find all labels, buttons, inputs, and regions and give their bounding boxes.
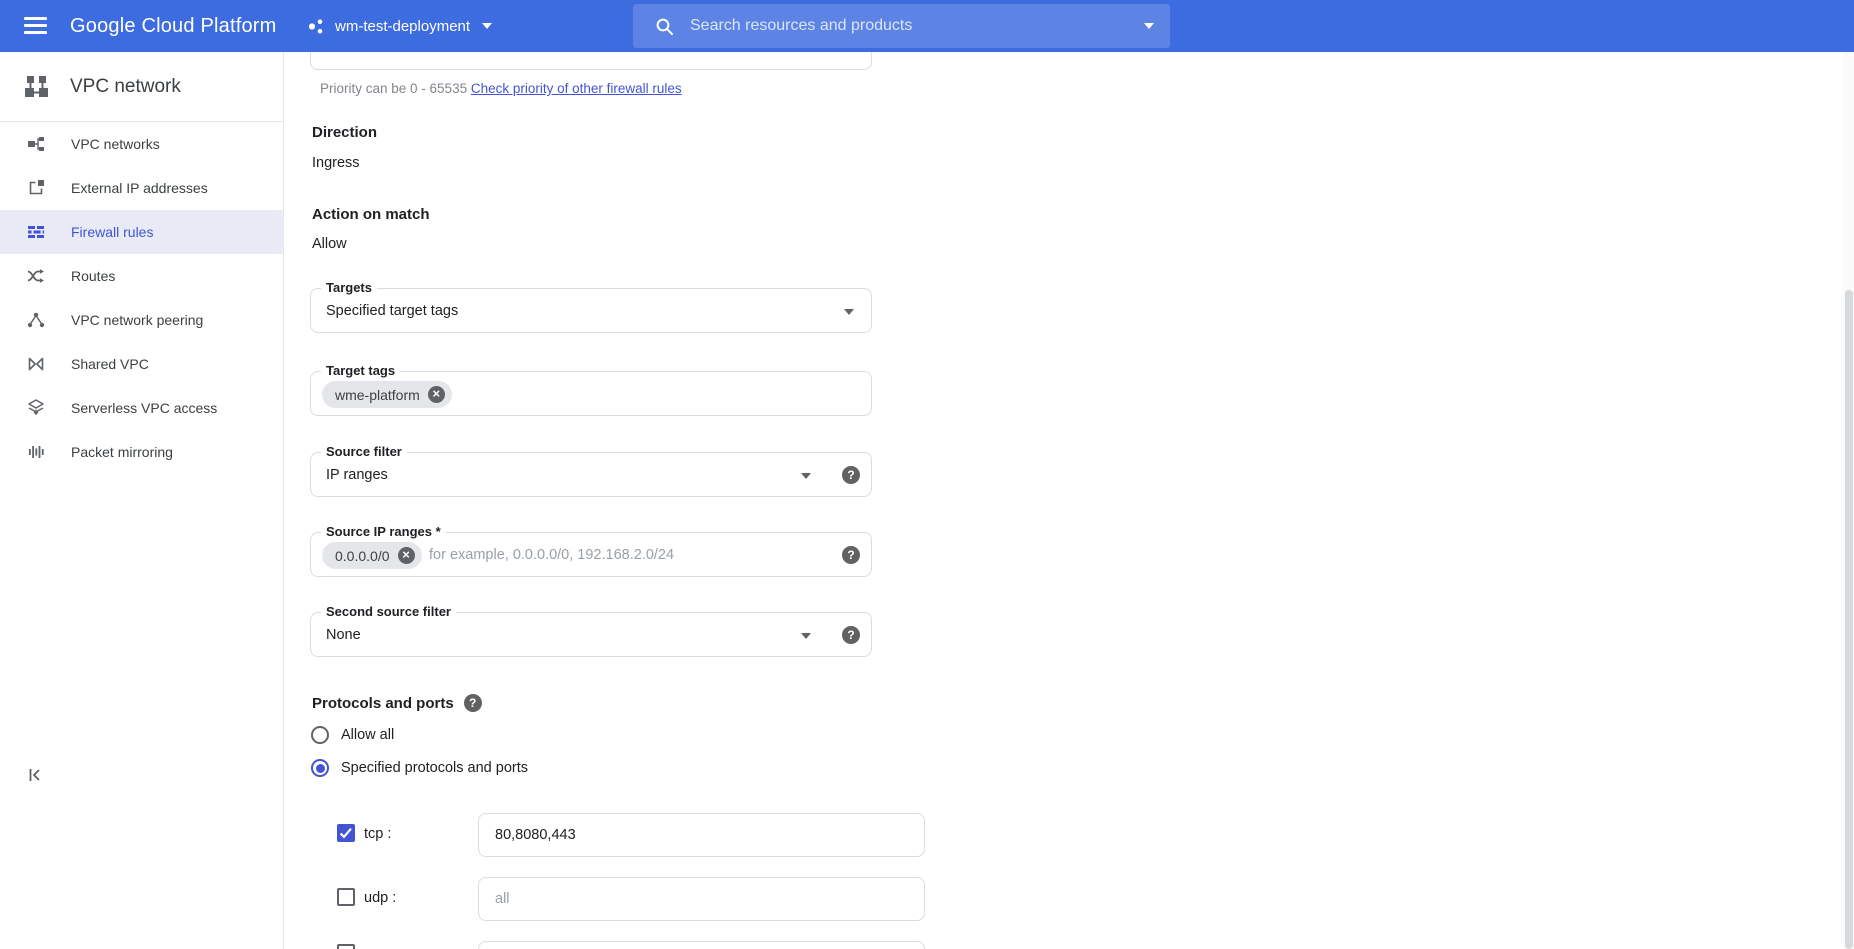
scrollbar-track[interactable] bbox=[1843, 52, 1854, 949]
protocols-help-icon[interactable]: ? bbox=[464, 694, 482, 712]
shared-vpc-icon bbox=[27, 355, 45, 373]
sidebar-header: VPC network bbox=[0, 52, 283, 122]
second-filter-help-icon[interactable]: ? bbox=[842, 626, 860, 644]
vpc-networks-icon bbox=[27, 135, 45, 153]
remove-chip-icon[interactable]: × bbox=[428, 386, 445, 403]
chevron-down-icon[interactable] bbox=[801, 633, 811, 639]
remove-chip-icon[interactable]: × bbox=[398, 547, 415, 564]
project-name: wm-test-deployment bbox=[335, 18, 470, 35]
sidebar-item-serverless-vpc-access[interactable]: Serverless VPC access bbox=[0, 386, 283, 430]
protocols-section: Protocols and ports ? bbox=[312, 694, 482, 712]
search-input[interactable] bbox=[690, 17, 1132, 35]
sidebar-nav: VPC networks External IP addresses Firew… bbox=[0, 122, 283, 474]
firewall-rule-form: Priority can be 0 - 65535 Check priority… bbox=[284, 0, 1854, 949]
sidebar-item-routes[interactable]: Routes bbox=[0, 254, 283, 298]
protocol-checkbox-partial[interactable] bbox=[337, 944, 355, 949]
collapse-sidebar-icon[interactable] bbox=[26, 766, 44, 784]
packet-mirroring-icon bbox=[27, 443, 45, 461]
targets-select[interactable]: Targets Specified target tags bbox=[310, 288, 872, 333]
protocol-row-partial bbox=[337, 939, 1157, 949]
search-icon bbox=[655, 17, 674, 36]
udp-protocol-row: udp : bbox=[337, 877, 1157, 921]
direction-value: Ingress bbox=[312, 155, 360, 171]
chip-label: 0.0.0.0/0 bbox=[335, 548, 390, 564]
second-source-filter-select[interactable]: Second source filter None ? bbox=[310, 612, 872, 657]
source-ip-field-label: Source IP ranges * bbox=[321, 524, 446, 539]
tcp-ports-input[interactable] bbox=[478, 813, 925, 857]
app-header: Google Cloud Platform wm-test-deployment bbox=[0, 0, 1854, 52]
scrollbar-thumb[interactable] bbox=[1845, 290, 1853, 949]
tcp-protocol-row: tcp : bbox=[337, 813, 1157, 857]
project-cluster-icon bbox=[307, 17, 326, 36]
search-dropdown-caret-icon[interactable] bbox=[1144, 23, 1154, 29]
specified-protocols-option[interactable]: Specified protocols and ports bbox=[311, 759, 528, 777]
udp-ports-input[interactable] bbox=[478, 877, 925, 921]
radio-selected-icon[interactable] bbox=[311, 759, 329, 777]
source-ip-placeholder: for example, 0.0.0.0/0, 192.168.2.0/24 bbox=[429, 533, 674, 576]
target-tag-chip: wme-platform × bbox=[322, 381, 452, 408]
action-value: Allow bbox=[312, 236, 347, 252]
routes-icon bbox=[27, 267, 45, 285]
sidebar: VPC network VPC networks External IP add… bbox=[0, 52, 284, 949]
global-search[interactable] bbox=[633, 4, 1170, 48]
source-ip-help-icon[interactable]: ? bbox=[842, 546, 860, 564]
target-tags-field-label: Target tags bbox=[321, 363, 400, 378]
source-filter-help-icon[interactable]: ? bbox=[842, 466, 860, 484]
product-logo: Google Cloud Platform bbox=[70, 0, 277, 52]
external-ip-icon bbox=[27, 179, 45, 197]
allow-all-option[interactable]: Allow all bbox=[311, 726, 394, 744]
sidebar-item-firewall-rules[interactable]: Firewall rules bbox=[0, 210, 283, 254]
firewall-rules-icon bbox=[27, 223, 45, 241]
vpc-peering-icon bbox=[27, 311, 45, 329]
tcp-label: tcp : bbox=[364, 826, 391, 842]
source-ip-ranges-input[interactable]: Source IP ranges * 0.0.0.0/0 × for examp… bbox=[310, 532, 872, 577]
sidebar-item-vpc-networks[interactable]: VPC networks bbox=[0, 122, 283, 166]
check-priority-link[interactable]: Check priority of other firewall rules bbox=[471, 81, 682, 96]
udp-checkbox[interactable] bbox=[337, 888, 355, 906]
sidebar-item-packet-mirroring[interactable]: Packet mirroring bbox=[0, 430, 283, 474]
source-filter-field-value: IP ranges bbox=[326, 453, 388, 496]
tcp-checkbox[interactable] bbox=[337, 824, 355, 842]
sidebar-item-external-ip-addresses[interactable]: External IP addresses bbox=[0, 166, 283, 210]
chevron-down-icon[interactable] bbox=[844, 309, 854, 315]
action-label: Action on match bbox=[312, 206, 430, 223]
source-filter-select[interactable]: Source filter IP ranges ? bbox=[310, 452, 872, 497]
chip-label: wme-platform bbox=[335, 387, 420, 403]
priority-helper: Priority can be 0 - 65535 Check priority… bbox=[320, 81, 682, 96]
allow-all-label: Allow all bbox=[341, 727, 394, 743]
sidebar-item-shared-vpc[interactable]: Shared VPC bbox=[0, 342, 283, 386]
chevron-down-icon[interactable] bbox=[801, 473, 811, 479]
sidebar-item-vpc-network-peering[interactable]: VPC network peering bbox=[0, 298, 283, 342]
project-selector[interactable]: wm-test-deployment bbox=[307, 0, 492, 52]
checkmark-icon bbox=[337, 824, 355, 842]
second-filter-field-value: None bbox=[326, 613, 361, 656]
target-tags-input[interactable]: Target tags wme-platform × bbox=[310, 371, 872, 416]
page-title: VPC network bbox=[70, 76, 181, 98]
udp-label: udp : bbox=[364, 890, 396, 906]
protocols-label: Protocols and ports bbox=[312, 695, 454, 712]
priority-helper-text: Priority can be 0 - 65535 bbox=[320, 81, 467, 96]
vpc-network-icon bbox=[23, 73, 50, 100]
radio-unselected-icon[interactable] bbox=[311, 726, 329, 744]
targets-field-value: Specified target tags bbox=[326, 289, 458, 332]
menu-icon[interactable] bbox=[24, 17, 47, 35]
specified-protocols-label: Specified protocols and ports bbox=[341, 760, 528, 776]
protocol-ports-input-partial[interactable] bbox=[478, 941, 925, 949]
direction-label: Direction bbox=[312, 124, 377, 141]
chevron-down-icon bbox=[482, 23, 492, 29]
serverless-vpc-icon bbox=[27, 399, 45, 417]
source-ip-chip: 0.0.0.0/0 × bbox=[322, 542, 422, 569]
